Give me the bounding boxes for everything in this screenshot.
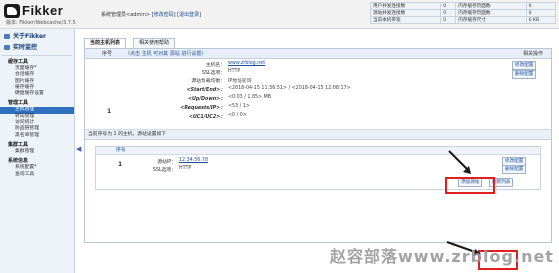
stat-label: 用户并发连接数 (369, 2, 442, 10)
field-value: <53 / 1> (228, 104, 250, 109)
stat-value: 0 (440, 16, 457, 24)
arrow-annotation-icon (448, 150, 471, 174)
field-value: IP地址轮询 (228, 79, 252, 84)
host-modify-button[interactable]: 修改配置 (512, 61, 537, 70)
stat-value: 0 (440, 9, 457, 17)
fikker-logo: Fikker 版本: Fikker/Webcache/3.7.5 (4, 3, 76, 26)
sidebar-item[interactable]: 黑名单管理 (0, 133, 74, 139)
sidebar-group-title: 集群工具 (8, 141, 29, 148)
host-table-header: 序号 （点击 主机 可对其 源站 进行设置） 相关操作 (85, 49, 551, 59)
source-ip-link[interactable]: 12.34.56.78 (179, 158, 208, 163)
sidebar: 关于Fikker 实时监控 缓存工具 页面缓存* 会话缓存 图片缓存 缓存缓存 … (0, 29, 75, 273)
stat-value: 0 (440, 2, 457, 10)
logo-icon (4, 4, 20, 18)
column-header: 相关操作 (523, 51, 544, 57)
stat-label: 内存缓存页面数 (455, 9, 527, 17)
host-name-link[interactable]: www.zrblog.net (228, 61, 265, 66)
watermark: 赵容部落www.zrblog.net (330, 247, 554, 266)
field-value: <0.03 / 1.85> MB (228, 95, 272, 100)
field-label: <Start/End>： (186, 88, 225, 93)
stats-row: 当前本机带宽 0 内存缓存尺寸 0 KB (369, 16, 557, 24)
host-delete-button[interactable]: 删除配置 (512, 70, 537, 79)
divider (2, 55, 72, 56)
field-value: HTTP (228, 69, 241, 74)
logo-text: Fikker (22, 3, 64, 18)
tab-host-list[interactable]: 当前主机列表 (84, 38, 127, 48)
sidebar-item-label: 关于Fikker (13, 33, 47, 40)
tab-help[interactable]: 相关使用帮助 (133, 38, 176, 48)
field-label: <UC1/UC2>： (188, 115, 225, 120)
column-header: 序号 (102, 51, 113, 57)
stat-label: 内存缓存页面数 (455, 2, 527, 10)
change-password-link[interactable]: 修改密码 (154, 12, 174, 18)
stat-label: 当前本机带宽 (369, 16, 442, 24)
stat-label: 内存缓存尺寸 (455, 16, 527, 24)
stats-row: 源站并发连接数 0 内存缓存页面数 0 (369, 9, 557, 17)
sidebar-top: 关于Fikker 实时监控 (3, 32, 71, 52)
sidebar-item[interactable]: 集群管理 (0, 149, 74, 155)
field-label: 主机名： (205, 63, 225, 68)
sidebar-item[interactable]: 硬盘缓存设置 (0, 91, 74, 97)
sidebar-group-title: 缓存工具 (8, 59, 29, 65)
stat-value: 0 KB (525, 16, 557, 24)
field-label: 源站负载均衡： (191, 79, 225, 84)
stats-row: 用户并发连接数 0 内存缓存页面数 0 (369, 2, 557, 10)
logout-link[interactable]: 退出登录 (179, 12, 199, 18)
column-header: （点击 主机 可对其 源站 进行设置） (125, 51, 207, 57)
stat-value: 0 (525, 9, 557, 17)
field-label: <Requests/IP>： (180, 106, 225, 111)
field-value: <2018-04-15 11:36:51> / <2018-04-15 12:0… (228, 86, 351, 91)
source-note: 当前序号为 1 的主机，源站设置如下 (85, 130, 551, 140)
tab-bar: 当前主机列表 相关使用帮助 (84, 38, 552, 48)
stat-label: 源站并发连接数 (369, 9, 442, 17)
admin-label: 系统管理员<admin> (101, 12, 151, 18)
field-value: HTTP (179, 166, 192, 171)
info-icon (4, 34, 10, 39)
sidebar-item-about[interactable]: 关于Fikker (3, 32, 71, 41)
stats-table: 用户并发连接数 0 内存缓存页面数 0 源站并发连接数 0 内存缓存页面数 0 … (369, 2, 557, 24)
source-delete-button[interactable]: 删除配置 (502, 165, 527, 174)
host-row: 1 主机名： www.zrblog.net SSL选项： HTTP 源站负载均衡… (85, 59, 551, 130)
top-bar: Fikker 版本: Fikker/Webcache/3.7.5 系统管理员<a… (0, 0, 559, 29)
version-label: 版本: Fikker/Webcache/3.7.5 (6, 20, 76, 26)
panel-spacer (85, 190, 551, 242)
highlight-box (445, 177, 495, 194)
host-panel: 序号 （点击 主机 可对其 源站 进行设置） 相关操作 1 主机名： www.z… (84, 48, 552, 243)
field-label: SSL选项： (152, 168, 176, 173)
field-label: 源站IP： (157, 160, 176, 165)
sidebar-item-label: 实时监控 (13, 44, 38, 51)
main-content: 当前主机列表 相关使用帮助 序号 （点击 主机 可对其 源站 进行设置） 相关操… (84, 38, 552, 243)
collapse-sidebar-icon[interactable]: ◀ (76, 145, 82, 153)
stat-value: 0 (525, 2, 557, 10)
sidebar-group-title: 管理工具 (8, 100, 29, 107)
admin-line: 系统管理员<admin> [修改密码] [退出登录] (101, 12, 202, 18)
monitor-icon (4, 45, 10, 50)
field-value: <0 / 0> (228, 113, 247, 118)
field-label: SSL选项： (201, 71, 225, 76)
sidebar-item-monitor[interactable]: 实时监控 (3, 43, 71, 52)
field-label: <Up/Down>： (187, 97, 225, 102)
